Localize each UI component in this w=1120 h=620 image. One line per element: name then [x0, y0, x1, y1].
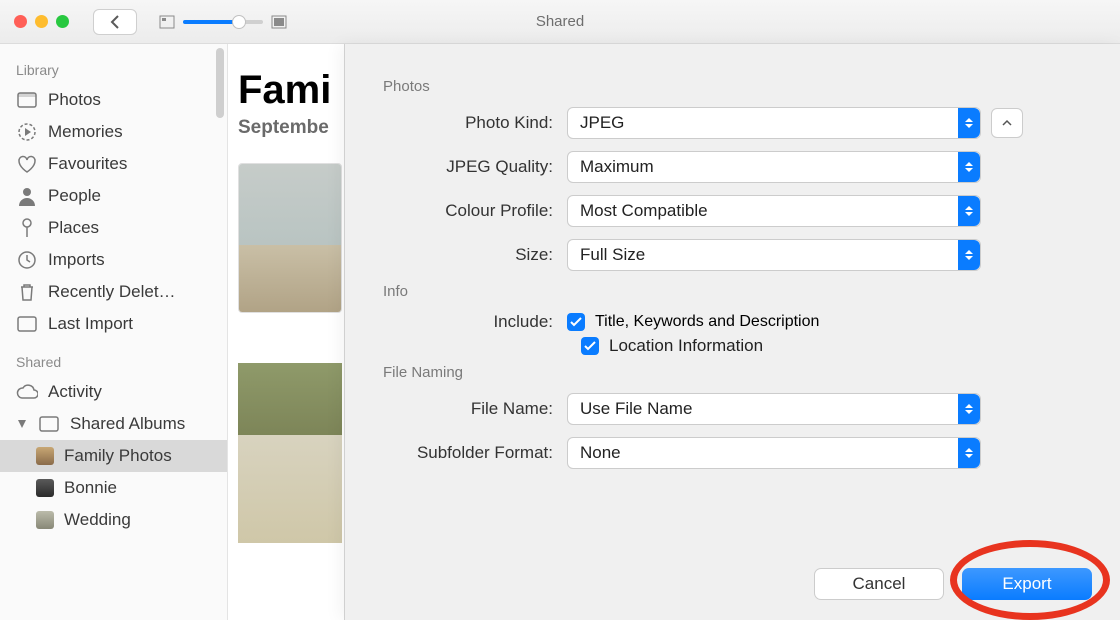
file-name-value: Use File Name [580, 399, 692, 419]
back-button[interactable] [93, 9, 137, 35]
photo-kind-value: JPEG [580, 113, 624, 133]
sidebar-item-recently-deleted[interactable]: Recently Delet… [0, 276, 227, 308]
sidebar-label: People [48, 186, 101, 206]
sidebar-label: Shared Albums [70, 414, 185, 434]
sidebar-header-shared: Shared [0, 350, 227, 376]
select-stepper-icon [958, 438, 980, 468]
photos-icon [16, 90, 38, 110]
thumbnail-zoom-slider[interactable] [159, 15, 287, 29]
jpeg-quality-select[interactable]: Maximum [567, 151, 981, 183]
colour-profile-value: Most Compatible [580, 201, 708, 221]
colour-profile-label: Colour Profile: [375, 201, 567, 221]
select-stepper-icon [958, 394, 980, 424]
size-value: Full Size [580, 245, 645, 265]
subfolder-format-value: None [580, 443, 621, 463]
close-window-button[interactable] [14, 15, 27, 28]
fullscreen-window-button[interactable] [56, 15, 69, 28]
sidebar-item-wedding[interactable]: Wedding [0, 504, 227, 536]
pin-icon [16, 218, 38, 238]
sidebar-item-last-import[interactable]: Last Import [0, 308, 227, 340]
section-header-filenaming: File Naming [383, 364, 1090, 381]
sidebar-label: Activity [48, 382, 102, 402]
checkbox-title-label: Title, Keywords and Description [595, 313, 819, 331]
sidebar-item-bonnie[interactable]: Bonnie [0, 472, 227, 504]
sidebar-item-favourites[interactable]: Favourites [0, 148, 227, 180]
checkmark-icon [570, 317, 582, 327]
photo-thumbnail[interactable] [238, 163, 342, 313]
sidebar-item-memories[interactable]: Memories [0, 116, 227, 148]
file-name-label: File Name: [375, 399, 567, 419]
sidebar-label: Photos [48, 90, 101, 110]
sidebar-label: Recently Delet… [48, 282, 176, 302]
chevron-left-icon [110, 15, 120, 29]
cancel-button[interactable]: Cancel [814, 568, 944, 600]
sidebar-label: Imports [48, 250, 105, 270]
jpeg-quality-label: JPEG Quality: [375, 157, 567, 177]
sidebar-item-photos[interactable]: Photos [0, 84, 227, 116]
window-controls [14, 15, 69, 28]
zoom-max-icon [271, 15, 287, 29]
sidebar-header-library: Library [0, 58, 227, 84]
sidebar-item-imports[interactable]: Imports [0, 244, 227, 276]
sidebar-item-shared-albums[interactable]: Shared Albums [0, 408, 227, 440]
sidebar-label: Memories [48, 122, 123, 142]
clock-icon [16, 250, 38, 270]
export-button[interactable]: Export [962, 568, 1092, 600]
sidebar-label: Places [48, 218, 99, 238]
sidebar-item-places[interactable]: Places [0, 212, 227, 244]
select-stepper-icon [958, 240, 980, 270]
sidebar-label: Bonnie [64, 478, 117, 498]
sidebar-item-people[interactable]: People [0, 180, 227, 212]
checkbox-location[interactable] [581, 337, 599, 355]
cloud-icon [16, 382, 38, 402]
sidebar-scrollbar[interactable] [213, 44, 227, 620]
album-icon [38, 414, 60, 434]
sidebar-item-family-photos[interactable]: Family Photos [0, 440, 227, 472]
colour-profile-select[interactable]: Most Compatible [567, 195, 981, 227]
select-stepper-icon [958, 152, 980, 182]
photo-kind-label: Photo Kind: [375, 113, 567, 133]
export-sheet: Photos Photo Kind: JPEG JPEG Quality: Ma… [344, 44, 1120, 620]
person-icon [16, 186, 38, 206]
sidebar-label: Favourites [48, 154, 127, 174]
jpeg-quality-value: Maximum [580, 157, 654, 177]
section-header-info: Info [383, 283, 1090, 300]
sidebar-label: Last Import [48, 314, 133, 334]
album-thumbnail-icon [36, 511, 54, 529]
sidebar-label: Wedding [64, 510, 131, 530]
trash-icon [16, 282, 38, 302]
select-stepper-icon [958, 108, 980, 138]
window-titlebar: Shared [0, 0, 1120, 44]
checkbox-title-keywords[interactable] [567, 313, 585, 331]
collapse-options-button[interactable] [991, 108, 1023, 138]
section-header-photos: Photos [383, 78, 1090, 95]
checkbox-location-label: Location Information [609, 336, 763, 356]
disclosure-triangle-icon [16, 414, 28, 434]
album-thumbnail-icon [36, 479, 54, 497]
last-import-icon [16, 314, 38, 334]
photo-thumbnail[interactable] [238, 363, 342, 543]
sidebar: Library Photos Memories Favourites Peopl… [0, 44, 228, 620]
scrollbar-thumb[interactable] [216, 48, 224, 118]
file-name-select[interactable]: Use File Name [567, 393, 981, 425]
sidebar-item-activity[interactable]: Activity [0, 376, 227, 408]
photo-kind-select[interactable]: JPEG [567, 107, 981, 139]
minimize-window-button[interactable] [35, 15, 48, 28]
include-label: Include: [375, 312, 567, 332]
chevron-up-icon [1002, 119, 1012, 127]
subfolder-format-label: Subfolder Format: [375, 443, 567, 463]
checkmark-icon [584, 341, 596, 351]
heart-icon [16, 154, 38, 174]
select-stepper-icon [958, 196, 980, 226]
zoom-min-icon [159, 15, 175, 29]
size-select[interactable]: Full Size [567, 239, 981, 271]
album-thumbnail-icon [36, 447, 54, 465]
sidebar-label: Family Photos [64, 446, 172, 466]
zoom-thumb[interactable] [232, 15, 246, 29]
memories-icon [16, 122, 38, 142]
subfolder-format-select[interactable]: None [567, 437, 981, 469]
zoom-track[interactable] [183, 20, 263, 24]
size-label: Size: [375, 245, 567, 265]
